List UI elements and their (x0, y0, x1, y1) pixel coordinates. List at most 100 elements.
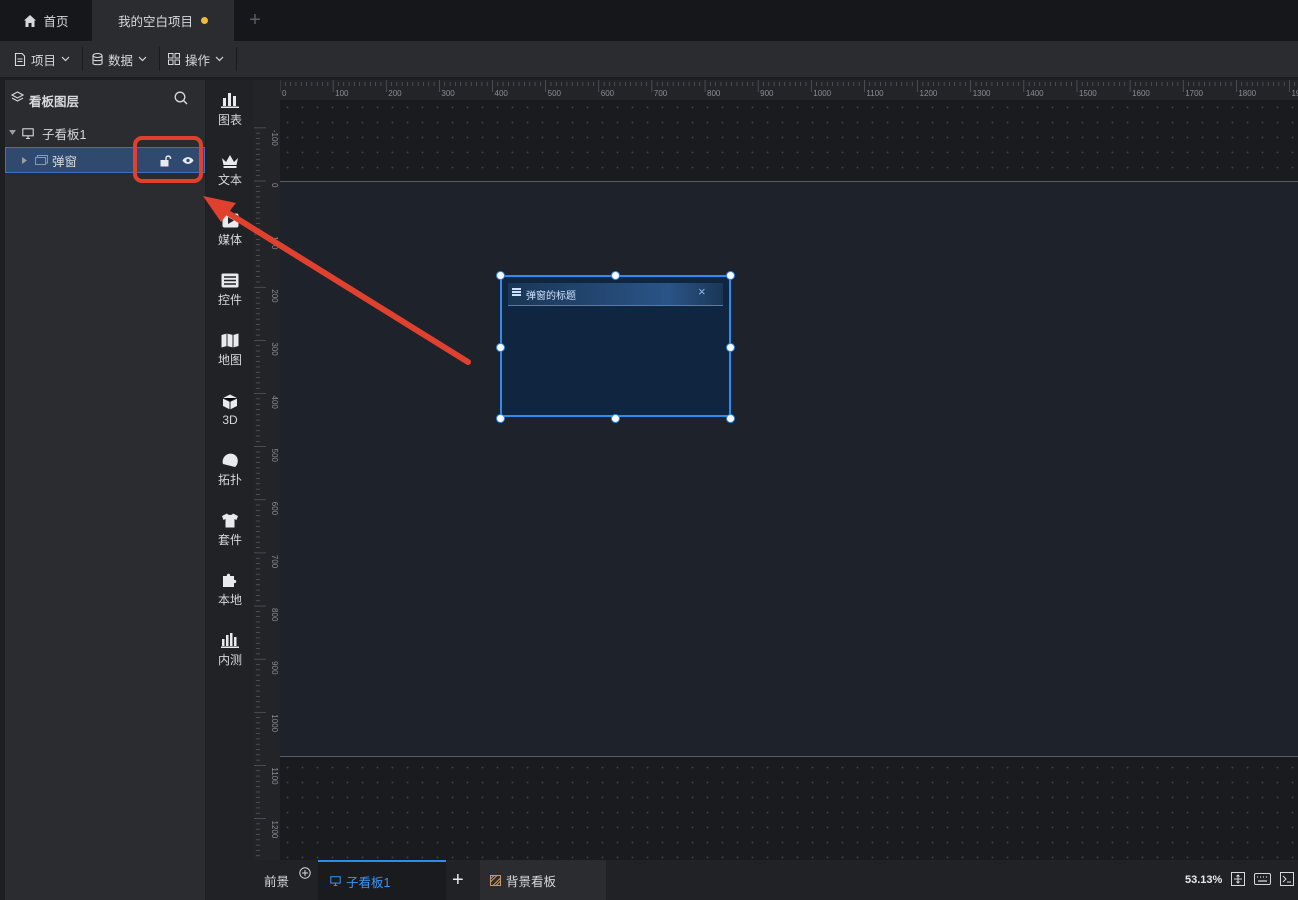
v-ruler-label: 900 (270, 661, 279, 675)
category-map[interactable]: 地图 (206, 320, 254, 380)
category-media[interactable]: 媒体 (206, 200, 254, 260)
board-tab-bar: 前景 子看板1 + 背景看板 53.13% (254, 860, 1298, 900)
category-map-label: 地图 (217, 352, 242, 367)
category-3d[interactable]: 3D (206, 380, 254, 440)
vertical-ruler[interactable]: -100 0 100 200 300 400 500 600 700 800 900 1000 1100… (254, 100, 280, 860)
category-text[interactable]: 文本 (206, 140, 254, 200)
v-ruler-label: 1200 (270, 821, 279, 839)
control-icon (221, 273, 239, 287)
h-ruler-label: 1400 (1026, 89, 1044, 98)
v-ruler-label: 700 (270, 555, 279, 569)
category-control[interactable]: 控件 (206, 260, 254, 320)
category-kit[interactable]: 套件 (206, 500, 254, 560)
category-topology-label: 拓扑 (217, 473, 242, 487)
data-menu-label: 数据 (108, 53, 134, 68)
h-ruler-label: 900 (760, 89, 774, 98)
dialog-header: 弹窗的标题 × (508, 283, 723, 306)
layer-panel-header: 看板图层 (5, 80, 205, 116)
add-board-button[interactable]: + (452, 860, 464, 900)
h-ruler-label: 1600 (1132, 89, 1150, 98)
ruler-corner (254, 80, 280, 100)
category-media-label: 媒体 (217, 232, 242, 247)
category-chart[interactable]: 图表 (206, 80, 254, 140)
tree-row-subboard[interactable]: 子看板1 (5, 120, 205, 146)
background-board-tab[interactable]: 背景看板 (480, 860, 606, 900)
document-icon (14, 52, 26, 66)
v-ruler-label: 400 (270, 396, 279, 410)
tab-home[interactable]: 首页 (0, 0, 92, 41)
v-ruler-label: 200 (270, 289, 279, 303)
topology-icon (222, 453, 238, 467)
project-menu-button[interactable]: 项目 (14, 41, 70, 77)
dialog-close-icon[interactable]: × (698, 284, 706, 299)
operate-menu-label: 操作 (185, 53, 211, 68)
category-topology[interactable]: 拓扑 (206, 440, 254, 500)
resize-handle-e[interactable] (726, 343, 735, 352)
add-circle-icon[interactable] (299, 867, 311, 879)
v-ruler-label: 300 (270, 342, 279, 356)
bar-chart-icon (221, 93, 239, 108)
dialog-title: 弹窗的标题 (526, 291, 576, 302)
map-icon (221, 333, 239, 347)
fit-screen-icon[interactable] (1231, 872, 1245, 886)
unlock-icon[interactable] (160, 155, 172, 167)
resize-handle-w[interactable] (496, 343, 505, 352)
h-ruler-label: 1100 (866, 89, 884, 98)
data-menu-button[interactable]: 数据 (92, 41, 147, 77)
tree-row-dialog[interactable]: 弹窗 (5, 147, 205, 173)
resize-handle-s[interactable] (611, 414, 620, 423)
toolbar-divider (236, 47, 237, 71)
h-ruler-label: 1800 (1238, 89, 1256, 98)
resize-handle-nw[interactable] (496, 271, 505, 280)
resize-handle-ne[interactable] (726, 271, 735, 280)
v-ruler-label: 800 (270, 608, 279, 622)
canvas-area[interactable]: 0 100 200 300 400 500 600 700 800 900 1000 1100 1200… (254, 80, 1298, 860)
hatched-icon (490, 874, 501, 886)
grid-icon (168, 53, 180, 65)
add-tab-button[interactable]: + (234, 0, 276, 41)
h-ruler-label: 1000 (813, 89, 831, 98)
tab-project[interactable]: 我的空白项目 (92, 0, 234, 41)
eye-icon[interactable] (182, 156, 194, 165)
dialog-layer-icon (35, 155, 48, 165)
h-ruler-label: 1900 (1291, 89, 1298, 98)
tab-home-label: 首页 (43, 15, 69, 29)
chevron-down-icon (215, 56, 224, 62)
resize-handle-n[interactable] (611, 271, 620, 280)
caret-down-icon[interactable] (9, 130, 16, 136)
database-icon (92, 52, 103, 65)
dialog-widget[interactable]: 弹窗的标题 × (500, 275, 731, 417)
terminal-icon[interactable] (1280, 872, 1294, 886)
chevron-down-icon (138, 56, 147, 62)
h-ruler-label: 500 (548, 89, 562, 98)
resize-handle-se[interactable] (726, 414, 735, 423)
foreground-tab-label: 前景 (264, 874, 290, 889)
h-ruler-label: 400 (495, 89, 509, 98)
subboard-tab[interactable]: 子看板1 (318, 860, 446, 900)
horizontal-ruler[interactable]: 0 100 200 300 400 500 600 700 800 900 1000 1100 1200… (279, 80, 1298, 100)
zoom-level[interactable]: 53.13% (1185, 874, 1222, 886)
v-ruler-label: 600 (270, 502, 279, 516)
category-beta-label: 内测 (217, 653, 242, 667)
category-control-label: 控件 (217, 292, 242, 307)
unsaved-dot-icon (201, 17, 208, 24)
board-surface[interactable] (280, 181, 1298, 757)
h-ruler-label: 1500 (1079, 89, 1097, 98)
layer-panel-title: 看板图层 (29, 95, 80, 109)
operate-menu-button[interactable]: 操作 (168, 41, 224, 77)
layer-panel: 看板图层 子看板1 弹窗 (5, 80, 205, 900)
resize-handle-sw[interactable] (496, 414, 505, 423)
vertical-ruler-ticks: -100 0 100 200 300 400 500 600 700 800 900 1000 1100… (254, 127, 279, 857)
crown-text-icon (222, 154, 238, 168)
h-ruler-label: 1200 (920, 89, 938, 98)
shirt-icon (222, 513, 238, 527)
keyboard-icon[interactable] (1254, 873, 1271, 885)
caret-right-icon[interactable] (22, 156, 27, 164)
tab-project-label: 我的空白项目 (117, 15, 193, 29)
category-local[interactable]: 本地 (206, 560, 254, 620)
background-board-label: 背景看板 (506, 874, 557, 889)
foreground-tab[interactable]: 前景 (264, 860, 289, 900)
category-beta[interactable]: 内测 (206, 620, 254, 680)
search-icon[interactable] (174, 91, 188, 105)
h-ruler-label: 0 (282, 89, 287, 98)
